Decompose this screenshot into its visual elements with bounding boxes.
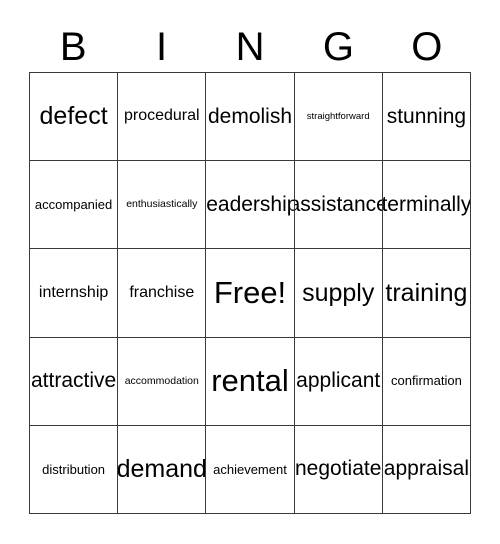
bingo-cell[interactable]: straightforward xyxy=(294,73,383,162)
bingo-cell-label: rental xyxy=(211,362,289,398)
bingo-cell[interactable]: terminally xyxy=(382,161,471,250)
bingo-cell[interactable]: supply xyxy=(294,249,383,338)
bingo-header-letter-n: N xyxy=(235,25,265,69)
bingo-cell-label: stunning xyxy=(386,104,467,128)
bingo-cell-label: demand xyxy=(118,455,207,484)
bingo-header-row: B I N G O xyxy=(29,22,471,72)
bingo-cell-label: demolish xyxy=(207,104,293,128)
bingo-cell[interactable]: demolish xyxy=(206,73,295,162)
bingo-cell-label: terminally xyxy=(382,192,471,216)
bingo-header-letter-i: I xyxy=(156,25,168,69)
bingo-cell-label: accommodation xyxy=(124,374,199,387)
bingo-cell-label: supply xyxy=(302,278,375,307)
bingo-cell-label: achievement xyxy=(213,461,287,477)
bingo-cell[interactable]: assistance xyxy=(294,161,383,250)
bingo-cell[interactable]: training xyxy=(382,249,471,338)
bingo-header-letter-g: G xyxy=(322,25,354,69)
bingo-cell-label: leadership xyxy=(206,192,295,216)
bingo-cell-label: confirmation xyxy=(390,373,462,389)
bingo-cell[interactable]: distribution xyxy=(30,425,119,514)
bingo-header-letter-b: B xyxy=(59,25,87,69)
bingo-free-label: Free! xyxy=(213,274,287,310)
bingo-cell-label: defect xyxy=(39,102,108,131)
bingo-cell-label: distribution xyxy=(42,461,106,477)
bingo-grid: defect procedural demolish straightforwa… xyxy=(29,72,471,514)
bingo-cell-label: applicant xyxy=(296,369,381,393)
bingo-cell[interactable]: franchise xyxy=(118,249,207,338)
bingo-card: B I N G O defect procedural demolish str… xyxy=(0,0,500,544)
bingo-cell-free[interactable]: Free! xyxy=(206,249,295,338)
bingo-cell[interactable]: confirmation xyxy=(382,337,471,426)
bingo-cell-label: appraisal xyxy=(383,457,470,481)
bingo-cell[interactable]: achievement xyxy=(206,425,295,514)
bingo-cell[interactable]: attractive xyxy=(30,337,119,426)
bingo-header-letter-o: O xyxy=(411,25,443,69)
bingo-cell[interactable]: accompanied xyxy=(30,161,119,250)
bingo-cell[interactable]: rental xyxy=(206,337,295,426)
bingo-cell[interactable]: stunning xyxy=(382,73,471,162)
bingo-cell-label: training xyxy=(385,278,468,307)
bingo-cell-label: assistance xyxy=(295,192,383,216)
bingo-cell[interactable]: enthusiastically xyxy=(118,161,207,250)
bingo-cell[interactable]: negotiate xyxy=(294,425,383,514)
bingo-cell-label: straightforward xyxy=(306,110,370,122)
bingo-cell[interactable]: appraisal xyxy=(382,425,471,514)
bingo-cell[interactable]: applicant xyxy=(294,337,383,426)
bingo-cell-label: accompanied xyxy=(34,196,113,212)
bingo-cell[interactable]: defect xyxy=(30,73,119,162)
bingo-cell[interactable]: leadership xyxy=(206,161,295,250)
bingo-cell[interactable]: procedural xyxy=(118,73,207,162)
bingo-cell[interactable]: internship xyxy=(30,249,119,338)
bingo-cell[interactable]: demand xyxy=(118,425,207,514)
bingo-cell-label: franchise xyxy=(129,283,195,301)
bingo-cell-label: negotiate xyxy=(294,457,382,481)
bingo-cell-label: internship xyxy=(38,283,109,301)
bingo-cell[interactable]: accommodation xyxy=(118,337,207,426)
bingo-cell-label: attractive xyxy=(31,369,117,393)
bingo-cell-label: procedural xyxy=(123,107,200,125)
bingo-cell-label: enthusiastically xyxy=(126,198,198,211)
